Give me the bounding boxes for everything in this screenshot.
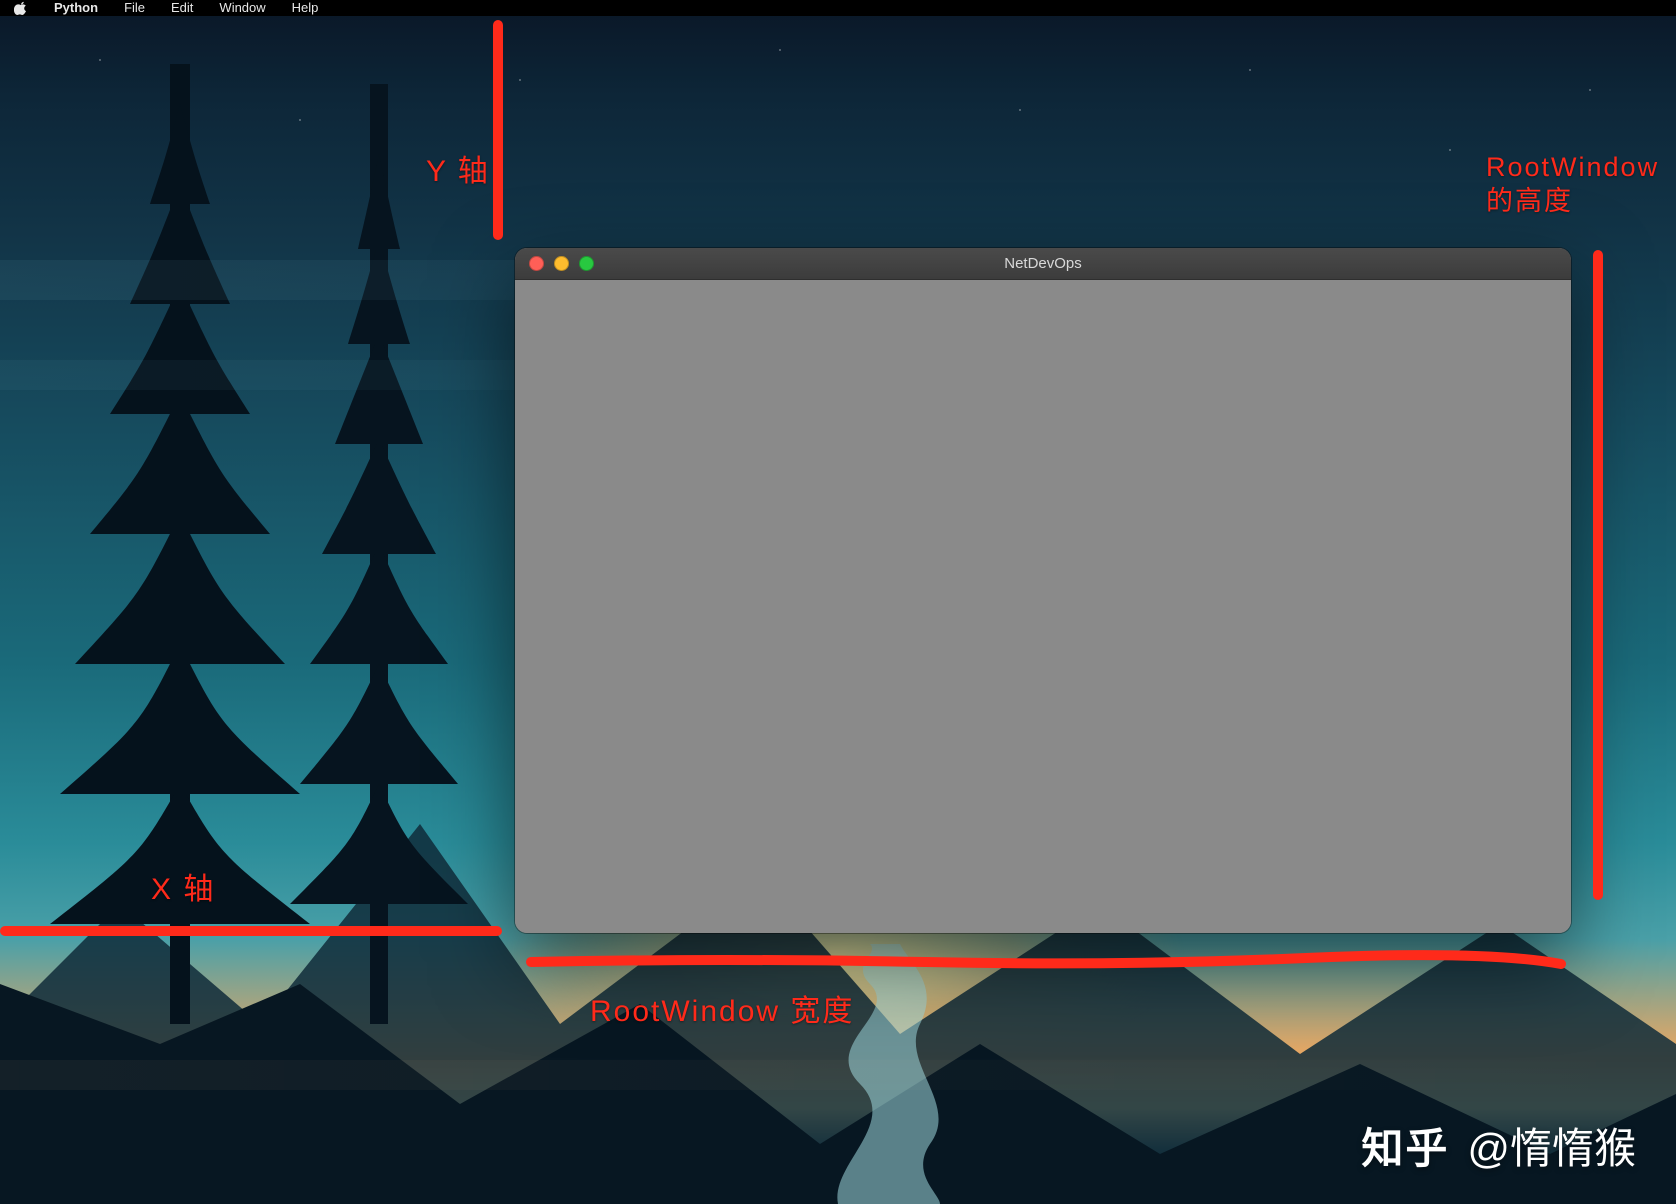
annotation-root-height-text1: RootWindow [1486,152,1659,182]
annotation-x-axis-label: X 轴 [151,864,215,908]
close-icon[interactable] [529,256,544,271]
watermark-brand: 知乎 [1361,1115,1449,1176]
annotation-root-height-label: RootWindow 的高度 [1486,150,1659,218]
annotation-root-height-line [1593,250,1603,900]
desktop: Python File Edit Window Help [0,0,1676,1204]
annotation-root-width-line [526,950,1566,980]
annotation-y-axis-label: Y 轴 [426,146,490,190]
macos-menubar: Python File Edit Window Help [0,0,1676,16]
watermark: 知乎 @惰惰猴 [1361,1115,1636,1176]
menu-help[interactable]: Help [292,0,319,16]
window-title: NetDevOps [515,255,1571,272]
annotation-root-width-label: RootWindow 宽度 [590,986,854,1030]
apple-menu-icon[interactable] [14,1,28,15]
minimize-icon[interactable] [554,256,569,271]
watermark-handle: @惰惰猴 [1467,1115,1636,1176]
app-window: NetDevOps [515,248,1571,933]
app-name[interactable]: Python [54,0,98,16]
annotation-x-axis-line [0,926,502,936]
annotation-y-axis-line [493,20,503,240]
wallpaper-tree [0,24,550,1024]
menu-edit[interactable]: Edit [171,0,193,16]
zoom-icon[interactable] [579,256,594,271]
annotation-root-height-text2: 的高度 [1486,186,1573,216]
window-body[interactable] [515,280,1571,933]
window-titlebar[interactable]: NetDevOps [515,248,1571,280]
menu-window[interactable]: Window [219,0,265,16]
menu-file[interactable]: File [124,0,145,16]
